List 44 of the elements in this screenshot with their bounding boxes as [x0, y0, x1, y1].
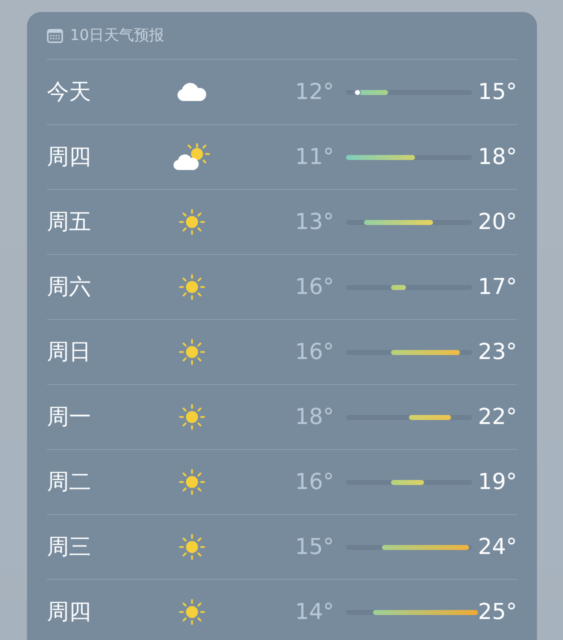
sun-icon [179, 274, 205, 300]
day-label: 周二 [47, 469, 92, 497]
day-label: 周四 [47, 599, 92, 627]
day-label: 周一 [47, 404, 92, 432]
day-label: 周六 [47, 274, 92, 302]
low-temperature: 12° [294, 80, 334, 104]
low-temperature: 18° [294, 404, 334, 430]
day-label: 周五 [47, 209, 92, 237]
low-temperature: 16° [294, 470, 334, 494]
card-title: 10日天气预报 [70, 26, 164, 45]
range-fill [346, 154, 415, 160]
high-temperature: 19° [477, 470, 517, 494]
low-temperature: 16° [294, 274, 334, 300]
day-label: 今天 [47, 79, 92, 107]
high-temperature: 22° [477, 404, 517, 430]
low-temperature: 16° [294, 340, 334, 364]
range-fill [391, 350, 460, 354]
day-label: 周日 [47, 339, 92, 367]
sun-behind-cloud-icon [173, 143, 211, 171]
cloud-icon [176, 82, 208, 102]
high-temperature: 25° [477, 600, 517, 624]
range-fill [391, 284, 406, 290]
low-temperature: 14° [294, 600, 334, 624]
range-fill [364, 220, 433, 224]
sun-icon [179, 339, 205, 365]
low-temperature: 13° [294, 210, 334, 234]
sun-icon [179, 599, 205, 625]
day-label: 周三 [47, 534, 92, 562]
sun-icon [179, 534, 205, 560]
high-temperature: 23° [477, 340, 517, 364]
high-temperature: 20° [477, 210, 517, 234]
high-temperature: 18° [477, 144, 517, 170]
day-label: 周四 [47, 144, 92, 172]
high-temperature: 24° [477, 534, 517, 560]
range-fill [391, 480, 424, 484]
calendar-icon [47, 28, 63, 42]
sun-icon [179, 469, 205, 495]
range-fill [409, 414, 451, 420]
low-temperature: 15° [294, 534, 334, 560]
sun-icon [179, 404, 205, 430]
sun-icon [179, 209, 205, 235]
high-temperature: 17° [477, 274, 517, 300]
high-temperature: 15° [477, 80, 517, 104]
low-temperature: 11° [294, 144, 334, 170]
